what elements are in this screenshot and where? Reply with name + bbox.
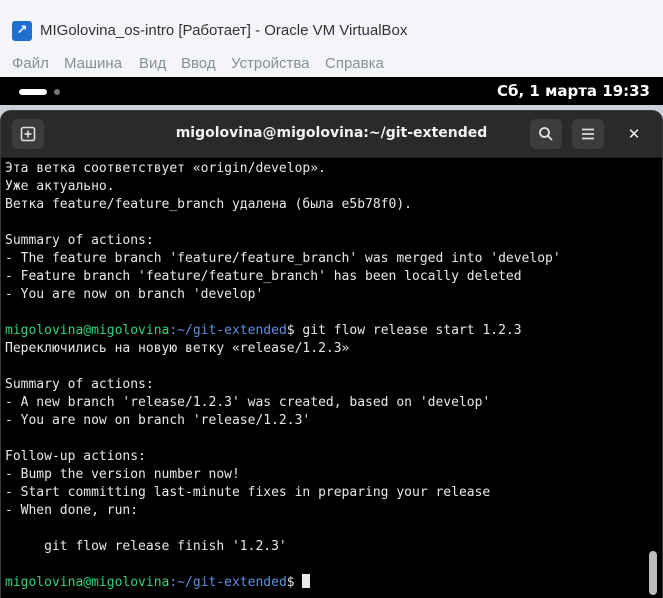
menu-item-input[interactable]: Ввод — [181, 55, 216, 72]
output-line: Ветка feature/feature_branch удалена (бы… — [5, 197, 412, 212]
output-line: git flow release finish '1.2.3' — [5, 539, 287, 554]
output-line: - Start committing last-minute fixes in … — [5, 485, 491, 500]
prompt-line: migolovina@migolovina:~/git-extended$ — [5, 574, 645, 592]
scrollbar[interactable] — [648, 159, 658, 598]
menu-item-view[interactable]: Вид — [139, 55, 166, 72]
menu-item-help[interactable]: Справка — [325, 55, 384, 72]
output-line: - Bump the version number now! — [5, 467, 240, 482]
terminal-title: migolovina@migolovina:~/git-extended — [175, 125, 488, 141]
search-icon — [539, 127, 553, 141]
menu-bar: Файл Машина Вид Ввод Устройства Справка — [0, 50, 663, 77]
close-button[interactable]: ✕ — [623, 123, 645, 145]
output-line: Follow-up actions: — [5, 449, 146, 464]
output-line: - The feature branch 'feature/feature_br… — [5, 251, 561, 266]
prompt-path: :~/git-extended — [169, 323, 287, 338]
output-line: Summary of actions: — [5, 233, 154, 248]
virtualbox-titlebar: ↗ MIGolovina_os-intro [Работает] - Oracl… — [0, 0, 663, 50]
menu-item-machine[interactable]: Машина — [64, 55, 122, 72]
virtualbox-icon: ↗ — [12, 21, 32, 41]
prompt-command: $ — [286, 575, 295, 590]
close-icon: ✕ — [627, 125, 641, 143]
prompt-command: $ git flow release start 1.2.3 — [286, 323, 522, 338]
terminal-headerbar: migolovina@migolovina:~/git-extended ✕ — [1, 111, 662, 158]
scrollbar-thumb[interactable] — [649, 551, 657, 595]
prompt-user: migolovina@migolovina — [5, 575, 170, 590]
output-line: - You are now on branch 'develop' — [5, 287, 264, 302]
output-line: Уже актуально. — [5, 179, 115, 194]
activities-indicator[interactable] — [19, 89, 47, 95]
hamburger-icon — [582, 128, 594, 140]
clock[interactable]: Сб, 1 марта 19:33 — [497, 82, 650, 100]
output-line: Summary of actions: — [5, 377, 154, 392]
menu-item-devices[interactable]: Устройства — [231, 55, 309, 72]
output-line: Эта ветка соответствует «origin/develop»… — [5, 161, 326, 176]
output-line: - When done, run: — [5, 503, 139, 518]
output-line: - A new branch 'release/1.2.3' was creat… — [5, 395, 491, 410]
prompt-user: migolovina@migolovina — [5, 323, 170, 338]
workspace-dot[interactable] — [54, 89, 60, 95]
prompt-line: migolovina@migolovina:~/git-extended$ gi… — [5, 322, 645, 340]
terminal-output[interactable]: Эта ветка соответствует «origin/develop»… — [5, 160, 645, 592]
output-line: - Feature branch 'feature/feature_branch… — [5, 269, 522, 284]
prompt-path: :~/git-extended — [169, 575, 287, 590]
menu-button[interactable] — [572, 119, 604, 149]
output-line: - You are now on branch 'release/1.2.3' — [5, 413, 311, 428]
terminal-window: migolovina@migolovina:~/git-extended ✕ Э… — [1, 111, 662, 598]
text-cursor — [302, 574, 311, 588]
search-button[interactable] — [530, 119, 562, 149]
window-title: MIGolovina_os-intro [Работает] - Oracle … — [40, 22, 408, 39]
output-line: Переключились на новую ветку «release/1.… — [5, 341, 350, 356]
menu-item-file[interactable]: Файл — [12, 55, 49, 72]
